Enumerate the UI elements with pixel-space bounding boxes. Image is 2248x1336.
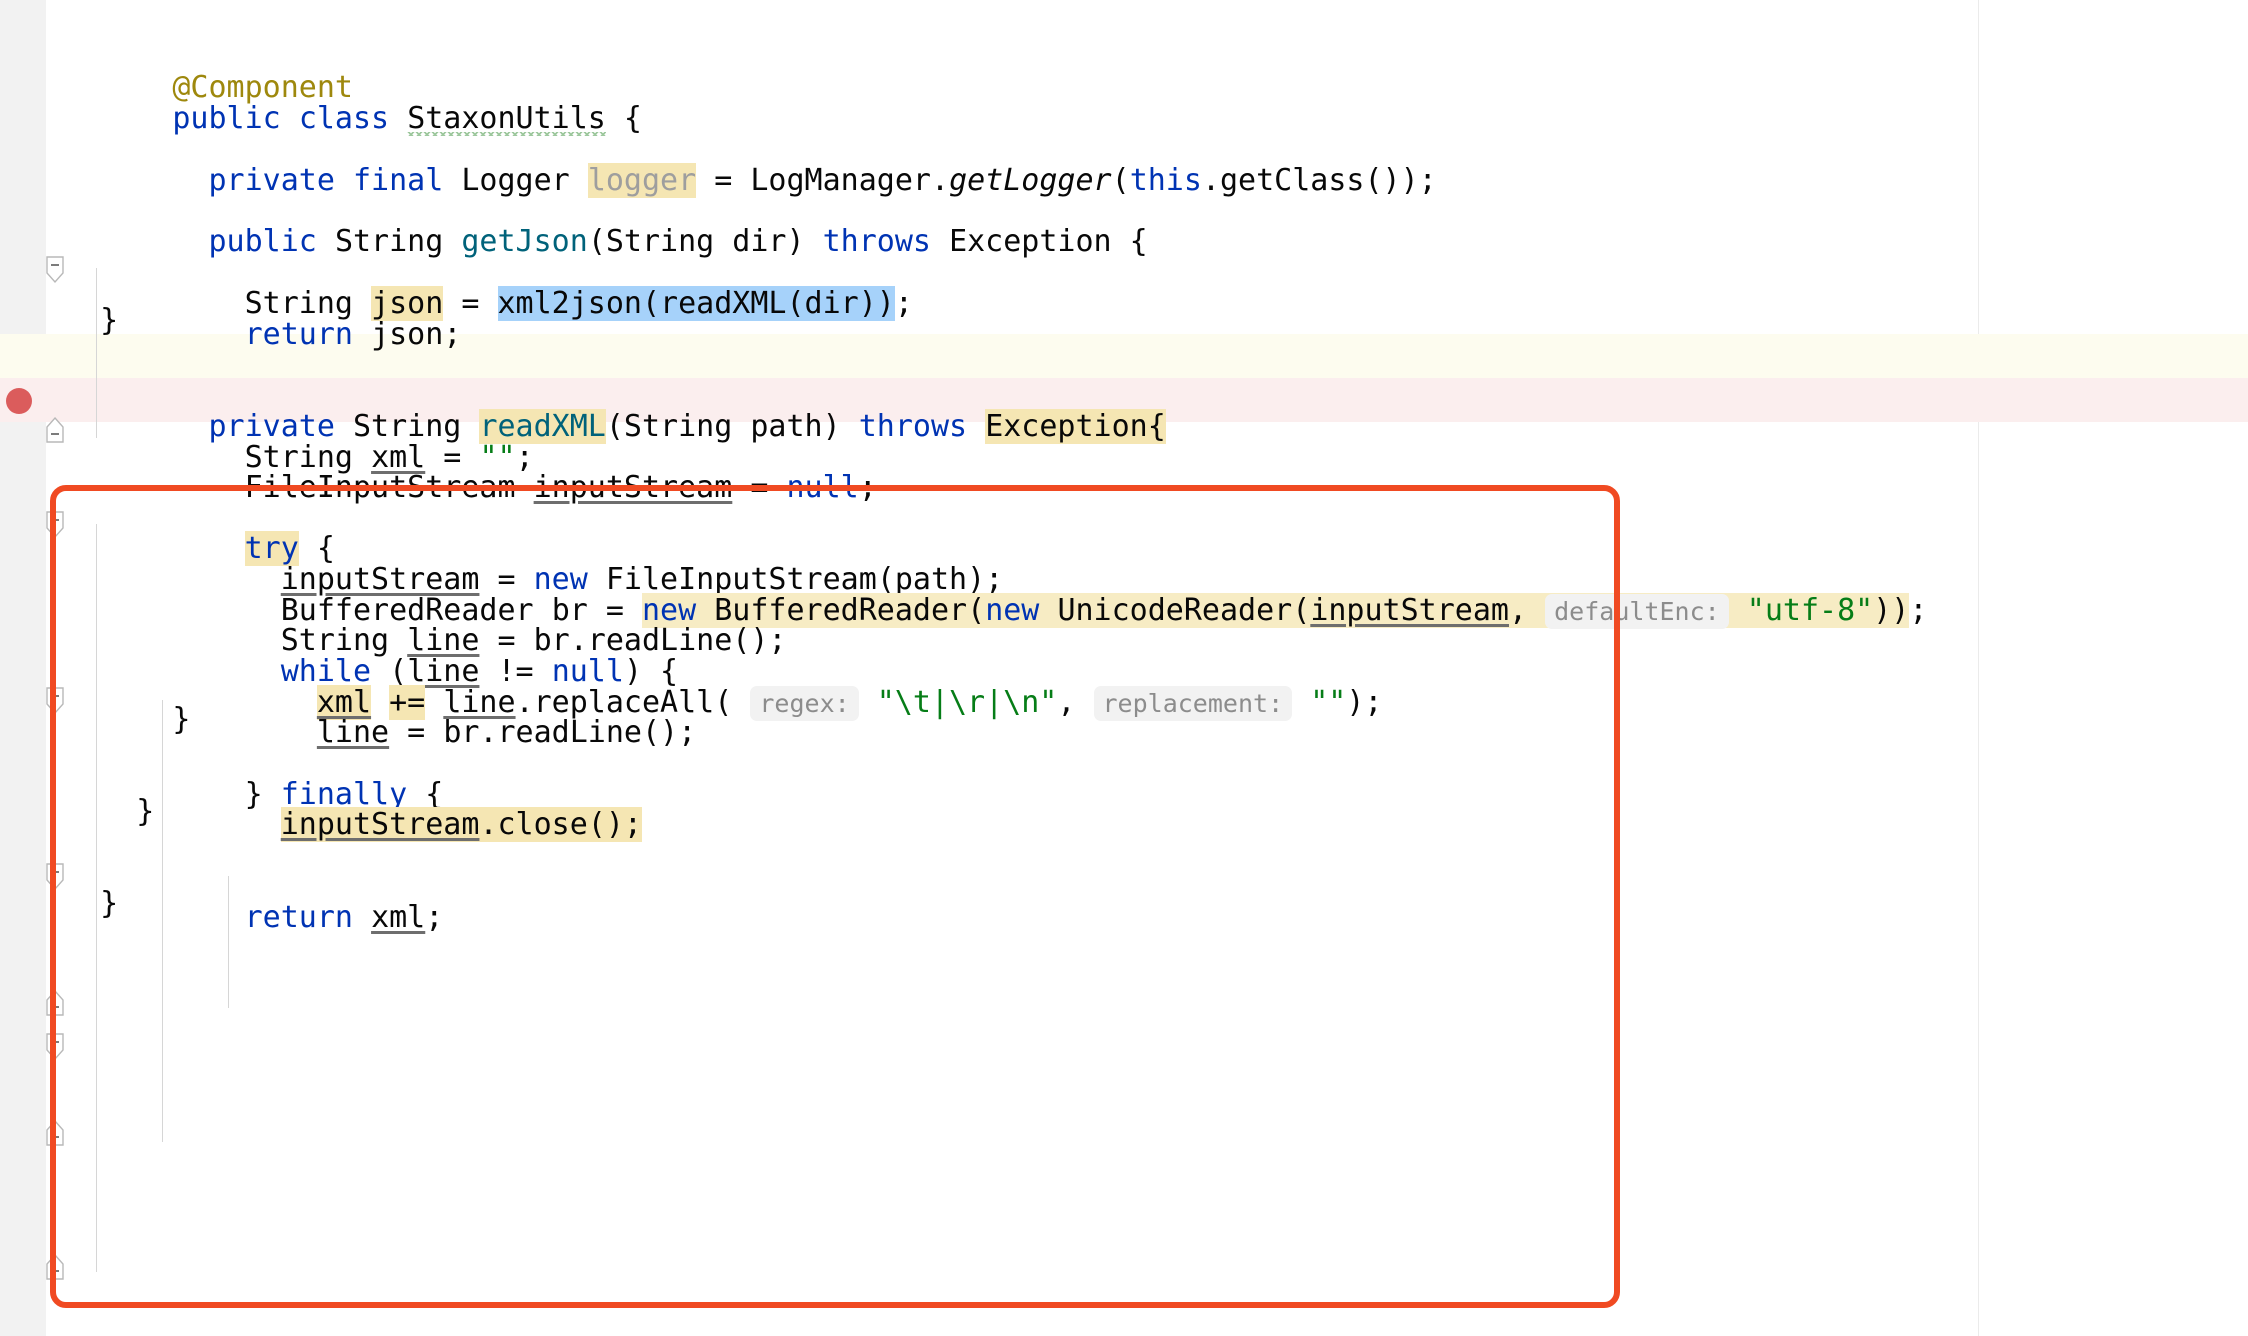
code-line[interactable]: } [0,882,2248,926]
code-line[interactable]: FileInputStream inputStream = null; [0,422,2248,505]
code-line[interactable]: private final Logger logger = LogManager… [0,115,2248,198]
fold-marker-while-end-icon[interactable] [44,988,66,1016]
code-line[interactable]: } [0,790,2248,834]
fold-marker-finally-end-icon[interactable] [44,1118,66,1146]
indent-guide [162,1056,163,1142]
fold-marker-finally-icon[interactable] [44,1032,66,1061]
fold-marker-readxml-end-icon[interactable] [44,1252,66,1280]
code-line[interactable]: public class StaxonUtils { [0,53,2248,136]
code-editor[interactable]: @Component public class StaxonUtils { pr… [0,0,2248,1336]
code-line[interactable]: } [0,299,2248,343]
code-line[interactable]: public String getJson(String dir) throws… [0,176,2248,259]
